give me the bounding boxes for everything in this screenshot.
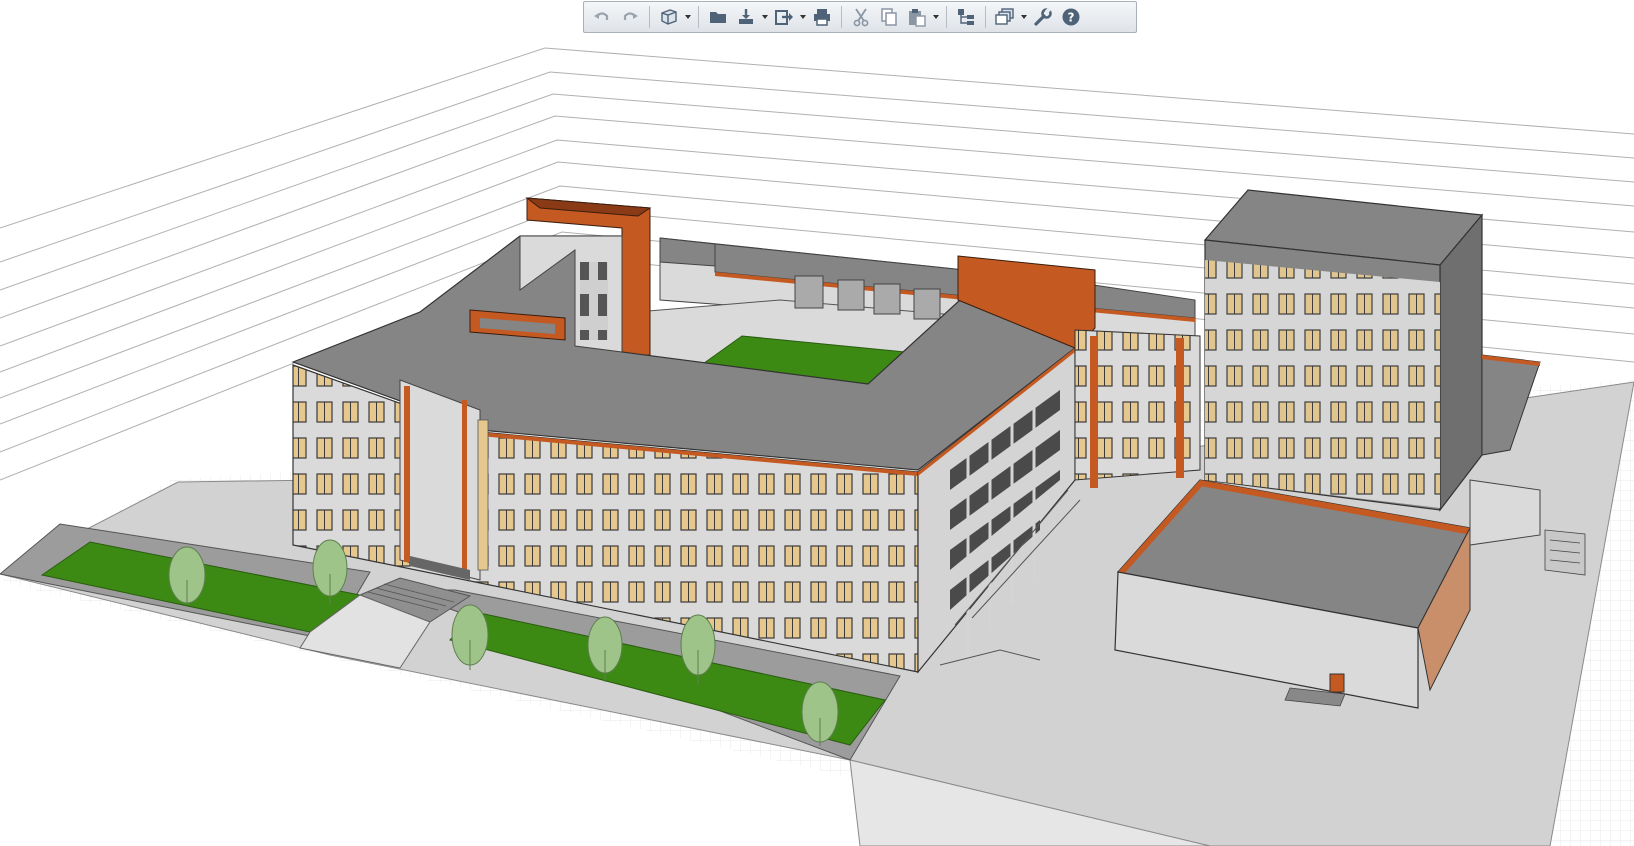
- import-button[interactable]: [732, 3, 760, 31]
- copy-icon: [881, 8, 897, 26]
- redo-icon: [623, 12, 638, 20]
- new-3d-button[interactable]: [655, 3, 683, 31]
- export-dropdown[interactable]: [798, 3, 808, 31]
- toolbar-separator: [841, 6, 842, 28]
- help-button[interactable]: ?: [1057, 3, 1085, 31]
- chevron-down-icon: [685, 15, 691, 19]
- project-tree-button[interactable]: [952, 3, 980, 31]
- layers-icon: [995, 8, 1014, 25]
- wrench-icon: [1034, 7, 1052, 26]
- scissors-icon: [853, 8, 869, 27]
- chevron-down-icon: [1021, 15, 1027, 19]
- connector-wing[interactable]: [1074, 329, 1201, 488]
- paste-dropdown[interactable]: [931, 3, 941, 31]
- undo-button[interactable]: [588, 3, 616, 31]
- import-dropdown[interactable]: [760, 3, 770, 31]
- toolbar-separator: [649, 6, 650, 28]
- help-icon: ?: [1062, 8, 1080, 26]
- undo-icon: [594, 12, 609, 20]
- copy-button[interactable]: [875, 3, 903, 31]
- printer-icon: [814, 9, 830, 26]
- site-stairs: [1544, 529, 1586, 576]
- chevron-down-icon: [933, 15, 939, 19]
- layers-button[interactable]: [991, 3, 1019, 31]
- folder-icon: [710, 12, 726, 23]
- new-3d-dropdown[interactable]: [683, 3, 693, 31]
- 3d-viewport[interactable]: [0, 0, 1634, 846]
- paste-icon: [909, 9, 926, 27]
- print-button[interactable]: [808, 3, 836, 31]
- toolbar-separator: [946, 6, 947, 28]
- tree-icon: [958, 9, 974, 25]
- paste-button[interactable]: [903, 3, 931, 31]
- cut-button[interactable]: [847, 3, 875, 31]
- redo-button[interactable]: [616, 3, 644, 31]
- export-icon: [775, 10, 793, 25]
- chevron-down-icon: [800, 15, 806, 19]
- chevron-down-icon: [762, 15, 768, 19]
- cube-icon: [661, 9, 677, 25]
- settings-button[interactable]: [1029, 3, 1057, 31]
- toolbar-separator: [698, 6, 699, 28]
- svg-text:?: ?: [1068, 11, 1075, 25]
- import-icon: [739, 9, 753, 24]
- open-button[interactable]: [704, 3, 732, 31]
- main-toolbar: ?: [583, 1, 1137, 33]
- toolbar-separator: [985, 6, 986, 28]
- layers-dropdown[interactable]: [1019, 3, 1029, 31]
- export-button[interactable]: [770, 3, 798, 31]
